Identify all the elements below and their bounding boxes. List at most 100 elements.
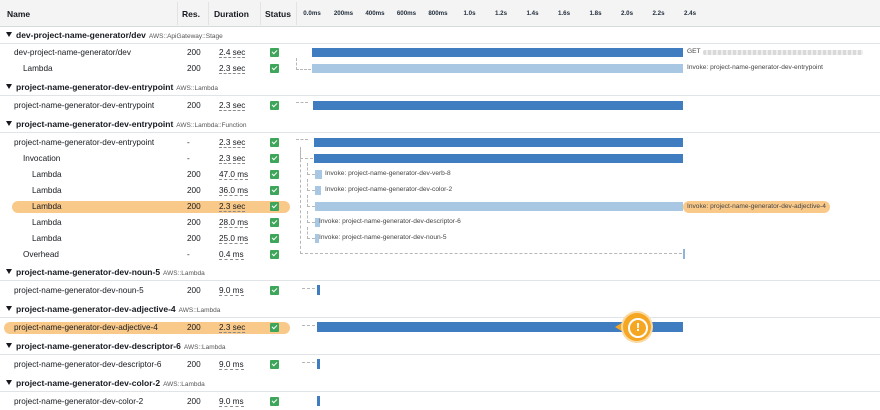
collapse-caret-icon[interactable] [6,269,12,274]
timeline-tick-label: 0.0ms [303,10,321,17]
segment-group-header[interactable]: project-name-generator-dev-color-2 AWS::L… [0,376,880,392]
response-code: 200 [187,323,201,332]
status-ok-icon [270,360,279,369]
timeline-bar[interactable] [317,396,320,406]
response-code: 200 [187,186,201,195]
segment-group-title: dev-project-name-generator/dev AWS::ApiGa… [16,30,223,40]
column-divider [208,2,209,25]
timeline-tick-label: 800ms [428,10,448,17]
segment-name: Invocation [23,154,61,163]
timeline-bar[interactable] [317,285,320,295]
segment-duration[interactable]: 2.3 sec [219,64,246,74]
segment-name: Lambda [23,64,53,73]
timeline-tick-label: 1.2s [494,10,508,17]
bar-label: Invoke: project-name-generator-dev-adjec… [683,201,830,213]
collapse-caret-icon[interactable] [6,32,12,37]
segment-duration[interactable]: 2.3 sec [219,138,246,148]
response-code: 200 [187,64,201,73]
column-header-res[interactable]: Res. [182,9,200,19]
segment-group-header[interactable]: project-name-generator-dev-descriptor-6 A… [0,339,880,355]
segment-group-header[interactable]: project-name-generator-dev-entrypoint AWS… [0,117,880,133]
segment-duration[interactable]: 2.4 sec [219,48,246,58]
segment-duration[interactable]: 9.0 ms [219,286,244,296]
segment-group-title: project-name-generator-dev-descriptor-6 A… [16,341,226,351]
trace-row[interactable]: project-name-generator-dev-noun-5 200 9.… [0,283,880,299]
segment-group-header[interactable]: project-name-generator-dev-entrypoint AWS… [0,80,880,96]
timeline-tick-label: 400ms [365,10,385,17]
segment-group-header[interactable]: dev-project-name-generator/dev AWS::ApiGa… [0,28,880,44]
segment-duration[interactable]: 28.0 ms [219,218,249,228]
segment-group-title: project-name-generator-dev-adjective-4 AW… [16,304,221,314]
subsegment-connector [302,325,315,326]
status-ok-icon [270,234,279,243]
timeline-tick-label: 600ms [396,10,417,17]
segment-duration[interactable]: 2.3 sec [219,101,246,111]
trace-row[interactable]: Lambda 200 2.3 sec Invoke: project-name-… [0,58,880,77]
trace-row-selected[interactable]: project-name-generator-dev-adjective-4 2… [0,320,880,336]
column-header-status[interactable]: Status [265,9,291,19]
trace-row[interactable]: project-name-generator-dev-color-2 200 9… [0,394,880,410]
subsegment-connector [296,58,311,70]
status-ok-icon [270,138,279,147]
segment-duration[interactable]: 47.0 ms [219,170,249,180]
column-divider [296,2,297,25]
status-ok-icon [270,48,279,57]
timeline-tick-label: 1.0s [463,10,476,17]
alert-marker[interactable]: ! [615,313,651,349]
segment-duration[interactable]: 25.0 ms [219,234,249,244]
response-code: - [187,154,190,163]
collapse-caret-icon[interactable] [6,121,12,126]
segment-group-title: project-name-generator-dev-entrypoint AWS… [16,82,218,92]
timeline-bar[interactable] [313,101,683,110]
trace-row[interactable]: dev-project-name-generator/dev 200 2.4 s… [0,45,880,61]
collapse-caret-icon[interactable] [6,84,12,89]
segment-duration[interactable]: 9.0 ms [219,397,244,407]
segment-name: project-name-generator-dev-descriptor-6 [14,360,162,369]
response-code: 200 [187,234,201,243]
column-divider [260,2,261,25]
timeline-tick-label: 1.6s [557,10,571,17]
timeline-tick-label: 2.2s [652,10,665,17]
timeline-bar[interactable] [312,64,683,73]
collapse-caret-icon[interactable] [6,343,12,348]
segment-name: project-name-generator-dev-entrypoint [14,101,155,110]
trace-row[interactable]: project-name-generator-dev-entrypoint 20… [0,98,880,114]
response-code: 200 [187,360,201,369]
segment-name: Lambda [32,186,62,195]
timeline-bar[interactable] [314,138,683,147]
segment-duration[interactable]: 2.3 sec [219,323,246,333]
timeline-bar[interactable] [683,249,685,259]
segment-duration[interactable]: 9.0 ms [219,360,244,370]
trace-row[interactable]: project-name-generator-dev-descriptor-6 … [0,357,880,373]
segment-name: dev-project-name-generator/dev [14,48,131,57]
timeline-tick-label: 1.4s [526,10,539,17]
subsegment-connector [296,102,308,103]
trace-row[interactable]: Overhead - 0.4 ms [0,149,880,263]
subsegment-connector [302,288,315,289]
status-ok-icon [270,154,279,163]
timeline-tick-label: 2.4s [683,10,697,17]
segment-group-header[interactable]: project-name-generator-dev-noun-5 AWS::La… [0,265,880,281]
status-ok-icon [270,64,279,73]
collapse-caret-icon[interactable] [6,306,12,311]
column-divider [177,2,178,25]
collapse-caret-icon[interactable] [6,380,12,385]
column-header-duration[interactable]: Duration [214,9,249,19]
segment-name: Lambda [32,170,62,179]
segment-duration[interactable]: 2.3 sec [219,202,246,212]
segment-group-title: project-name-generator-dev-noun-5 AWS::La… [16,267,205,277]
segment-group-header[interactable]: project-name-generator-dev-adjective-4 AW… [0,302,880,318]
response-code: - [187,138,190,147]
segment-duration[interactable]: 36.0 ms [219,186,249,196]
segment-duration[interactable]: 0.4 ms [219,250,244,260]
response-code: 200 [187,101,201,110]
response-code: 200 [187,202,201,211]
timeline-bar[interactable] [317,359,320,369]
segment-duration[interactable]: 2.3 sec [219,154,246,164]
status-ok-icon [270,250,279,259]
timeline-bar[interactable] [312,48,683,57]
timeline-tick-label: 1.8s [589,10,602,17]
column-header-name[interactable]: Name [7,9,30,19]
response-code: - [187,250,190,259]
timeline-tick-label: 200ms [333,10,354,17]
